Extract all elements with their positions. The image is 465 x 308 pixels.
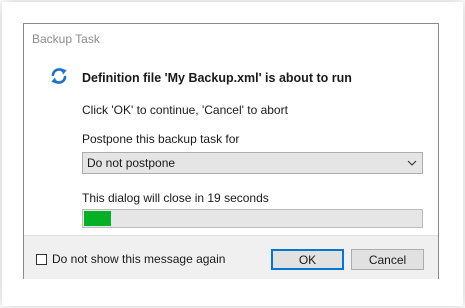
chevron-down-icon [407,160,417,166]
refresh-arrows-icon [51,68,67,84]
message-instruction: Click 'OK' to continue, 'Cancel' to abor… [82,103,288,117]
ok-button[interactable]: OK [271,249,344,270]
window-title: Backup Task [32,32,100,46]
dont-show-again-checkbox[interactable] [36,253,47,265]
countdown-text: This dialog will close in 19 seconds [82,191,269,205]
dont-show-again-label[interactable]: Do not show this message again [52,252,225,266]
dont-show-again-option[interactable]: Do not show this message again [36,252,225,266]
message-heading: Definition file 'My Backup.xml' is about… [82,71,352,85]
backup-task-dialog: Backup Task Definition file 'My Backup.x… [23,23,439,279]
postpone-label: Postpone this backup task for [82,132,240,146]
title-bar[interactable]: Backup Task [24,24,438,54]
dialog-footer: Do not show this message again OK Cancel [24,235,438,279]
postpone-selected-value: Do not postpone [87,156,176,170]
postpone-dropdown[interactable]: Do not postpone [82,152,423,174]
cancel-button[interactable]: Cancel [351,249,424,270]
countdown-progress-bar [82,209,423,228]
progress-fill [84,211,112,226]
